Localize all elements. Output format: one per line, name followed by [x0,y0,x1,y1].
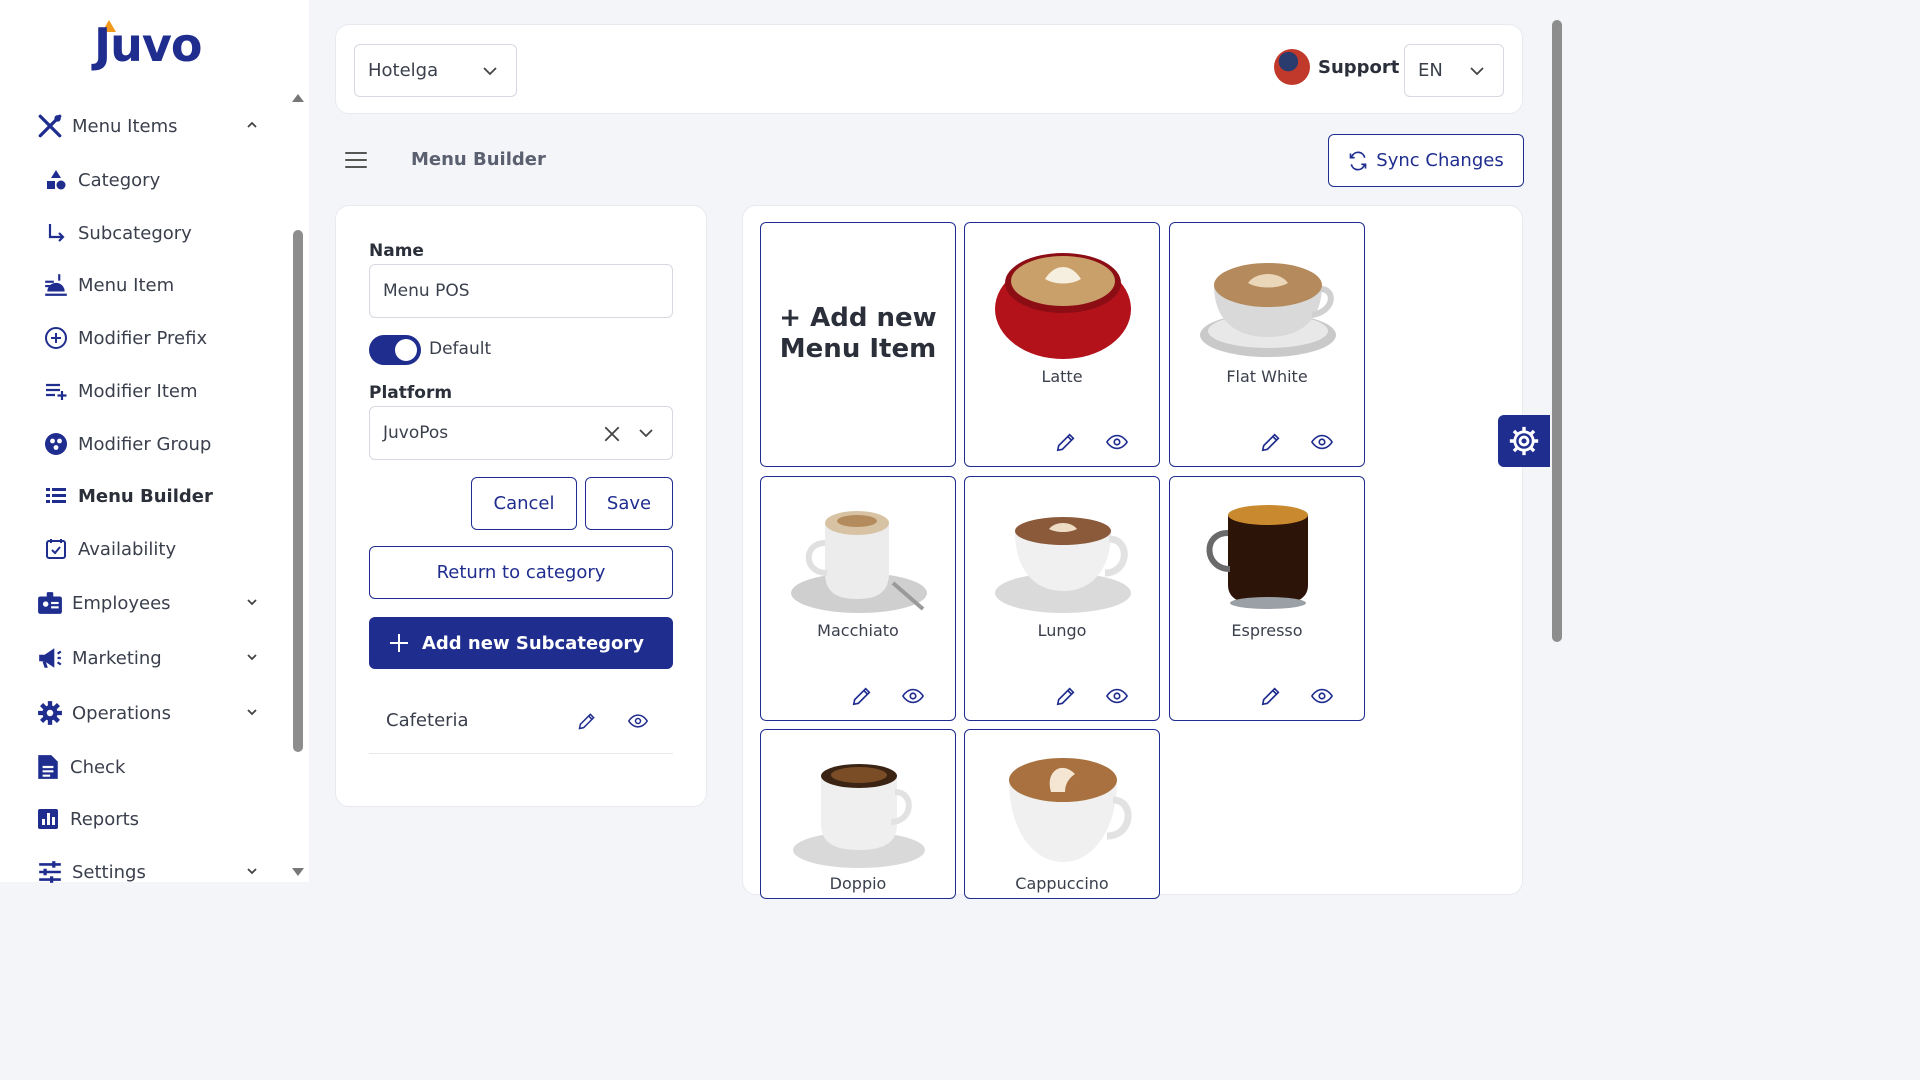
id-badge-icon [36,589,64,617]
name-input[interactable]: Menu POS [369,264,673,318]
menu-item-card[interactable]: Cappuccino [964,729,1160,899]
lungo-image [995,517,1131,613]
chevron-down-icon [483,67,497,76]
macchiato-image [791,511,927,613]
sidebar-item-availability[interactable]: Availability [42,534,176,564]
eye-icon[interactable] [1311,685,1333,707]
chevron-down-icon[interactable] [244,594,260,610]
sidebar-item-menu-items[interactable]: Menu Items [36,111,257,141]
eye-icon[interactable] [1106,685,1128,707]
add-subcategory-button[interactable]: Add new Subcategory [369,617,673,669]
sliders-icon [36,858,64,886]
page-title: Menu Builder [411,149,546,170]
calendar-check-icon [42,535,70,563]
eye-icon[interactable] [1311,431,1333,453]
chevron-up-icon[interactable] [244,117,260,133]
sidebar-item-modifier-group[interactable]: Modifier Group [42,429,211,459]
sidebar-scrollbar[interactable] [293,230,303,752]
chevron-down-icon [1470,67,1484,76]
chevron-down-icon[interactable] [244,704,260,720]
chevron-down-icon[interactable] [244,863,260,879]
edit-pencil-icon[interactable] [1260,431,1282,453]
edit-pencil-icon[interactable] [1260,685,1282,707]
sync-icon [1349,151,1367,170]
sidebar: Juvo Menu Items Category Subcategory Men… [0,0,309,883]
platform-label: Platform [369,383,453,403]
sidebar-item-marketing[interactable]: Marketing [36,643,257,673]
name-label: Name [369,241,424,261]
bell-food-icon [42,271,70,299]
gear-icon [36,699,64,727]
add-menu-item-card[interactable]: + Add new Menu Item [760,222,956,467]
group-circle-icon [42,430,70,458]
eye-icon[interactable] [627,711,649,731]
menu-item-card[interactable]: Macchiato [760,476,956,721]
chevron-down-icon[interactable] [244,649,260,665]
clear-icon[interactable] [603,425,621,443]
shapes-icon [42,166,70,194]
return-to-category-button[interactable]: Return to category [369,546,673,599]
sidebar-item-modifier-prefix[interactable]: Modifier Prefix [42,323,207,353]
edit-pencil-icon[interactable] [577,711,597,731]
menu-item-card[interactable]: Espresso [1169,476,1365,721]
edit-pencil-icon[interactable] [1055,685,1077,707]
location-select[interactable]: Hotelga [354,44,517,97]
sidebar-item-category[interactable]: Category [42,165,160,195]
sidebar-item-operations[interactable]: Operations [36,698,257,728]
sidebar-item-check[interactable]: Check [34,752,125,782]
juvo-logo[interactable]: Juvo [94,18,218,74]
latte-image [995,253,1131,359]
subcategory-row[interactable]: Cafeteria [369,694,673,754]
gear-icon [1509,426,1539,456]
eye-icon[interactable] [902,685,924,707]
menu-item-card[interactable]: Flat White [1169,222,1365,467]
menu-item-card[interactable]: Latte [964,222,1160,467]
sidebar-item-menu-builder[interactable]: Menu Builder [42,481,213,511]
page-scrollbar[interactable] [1552,20,1562,642]
plus-icon [390,634,408,652]
sidebar-item-employees[interactable]: Employees [36,588,257,618]
sidebar-item-modifier-item[interactable]: Modifier Item [42,376,197,406]
sidebar-item-settings[interactable]: Settings [36,857,257,887]
language-select[interactable]: EN [1404,44,1504,97]
default-toggle[interactable] [369,335,421,365]
espresso-image [1206,505,1308,609]
cappuccino-image [1009,758,1132,862]
list-plus-icon [42,377,70,405]
edit-pencil-icon[interactable] [1055,431,1077,453]
support-link[interactable]: Support [1274,49,1399,85]
cancel-button[interactable]: Cancel [471,477,577,530]
edit-pencil-icon[interactable] [851,685,873,707]
chevron-down-icon[interactable] [638,425,654,441]
topbar: Hotelga Support EN [335,24,1523,114]
sidebar-scroll-up-icon[interactable] [292,94,304,102]
sidebar-item-reports[interactable]: Reports [34,804,139,834]
flat-white-image [1200,263,1336,357]
sidebar-item-menu-item[interactable]: Menu Item [42,270,174,300]
document-icon [34,753,62,781]
arrow-turn-right-icon [42,219,70,247]
eye-icon[interactable] [1106,431,1128,453]
hamburger-menu-icon[interactable] [345,152,367,170]
doppio-image [793,764,925,868]
bar-chart-icon [34,805,62,833]
megaphone-icon [36,644,64,672]
avatar [1274,49,1310,85]
list-icon [42,482,70,510]
sidebar-scroll-down-icon[interactable] [292,868,304,876]
settings-fab-button[interactable] [1498,415,1550,467]
utensils-icon [36,112,64,140]
sidebar-item-subcategory[interactable]: Subcategory [42,218,192,248]
plus-circle-icon [42,324,70,352]
save-button[interactable]: Save [585,477,673,530]
sync-changes-button[interactable]: Sync Changes [1328,134,1524,187]
menu-item-card[interactable]: Doppio [760,729,956,899]
platform-select[interactable]: JuvoPos [369,406,673,460]
default-label: Default [429,339,492,359]
menu-item-card[interactable]: Lungo [964,476,1160,721]
